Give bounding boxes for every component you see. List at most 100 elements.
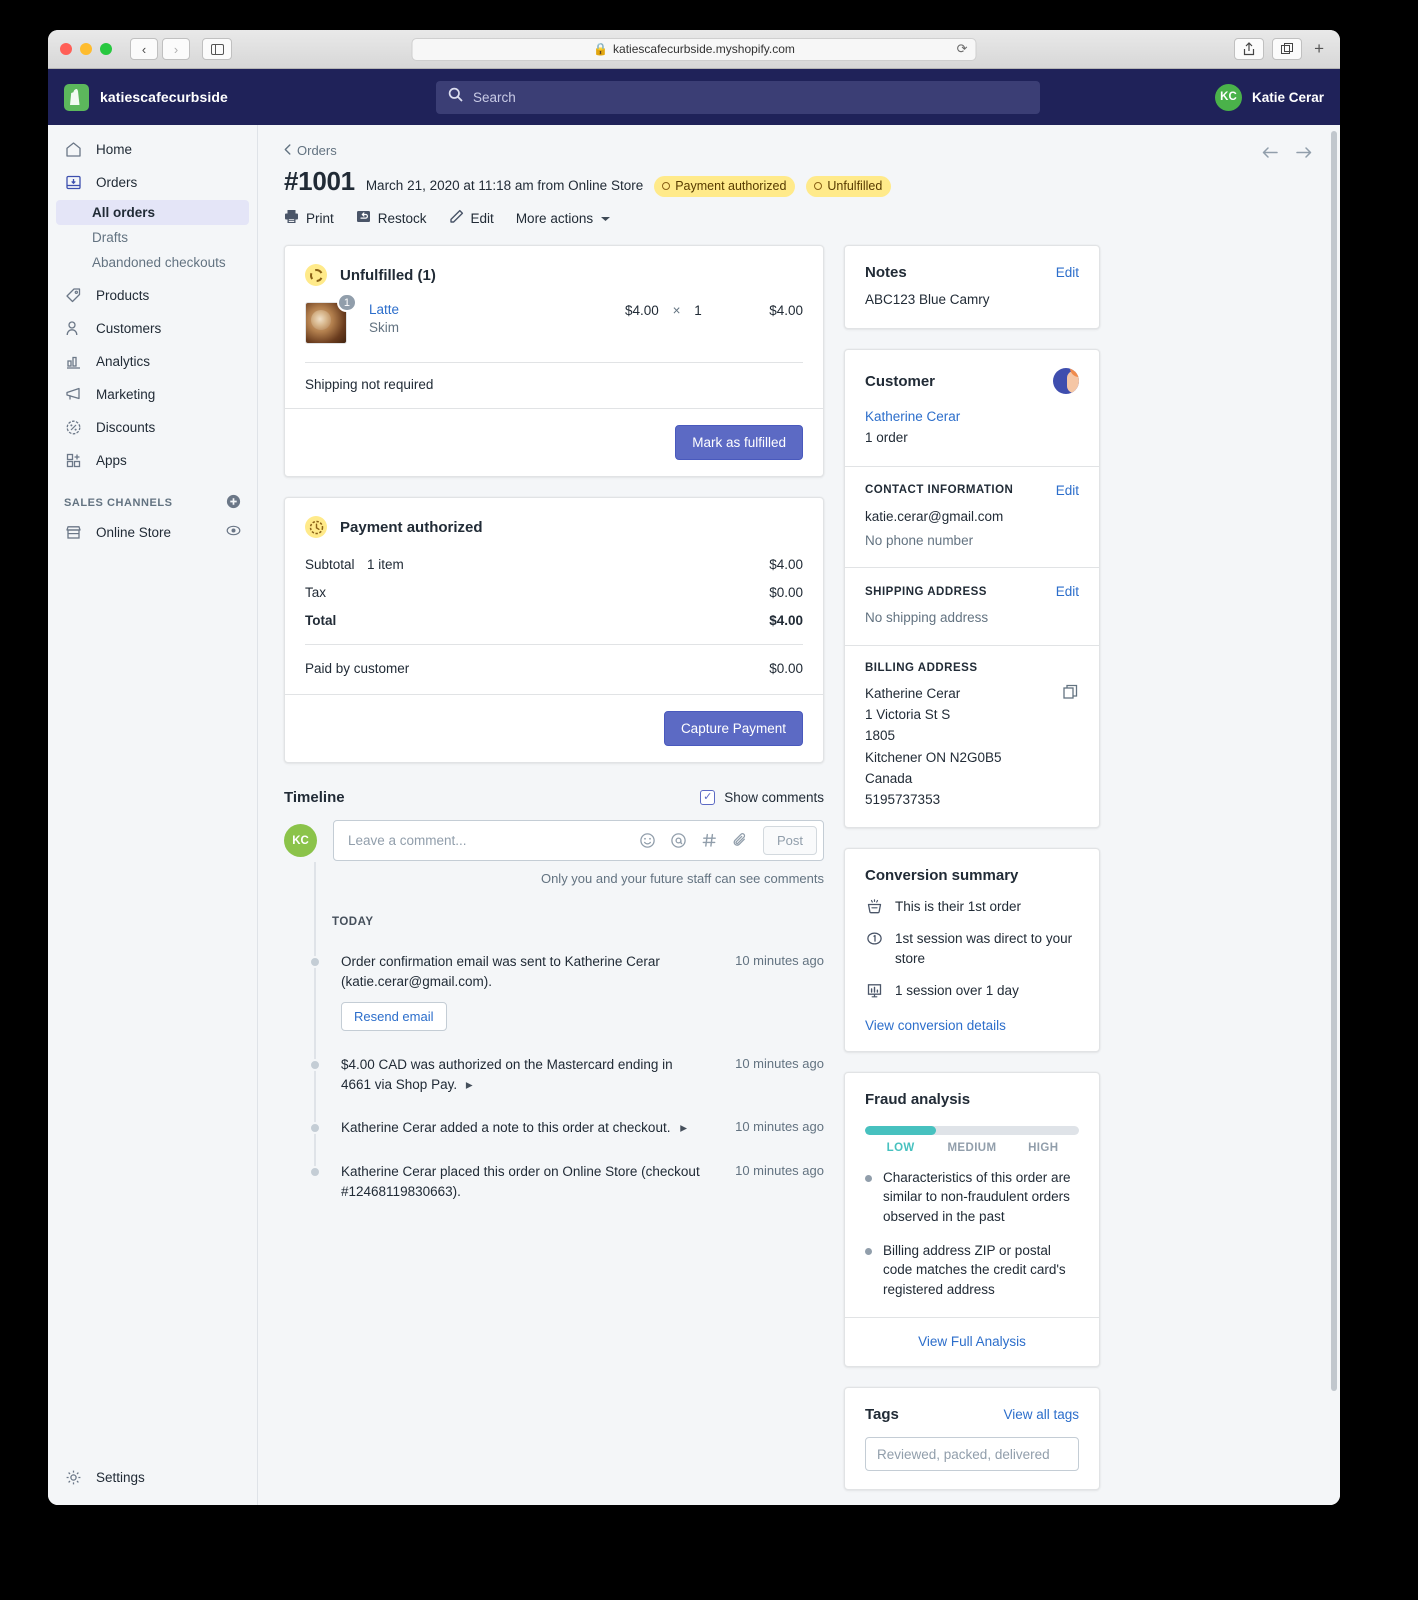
sidebar-item-customers[interactable]: Customers [56,314,249,342]
eye-icon[interactable] [226,523,241,541]
restock-button[interactable]: Restock [356,209,427,227]
search-placeholder: Search [473,89,516,105]
sidebar-item-settings[interactable]: Settings [48,1468,257,1487]
close-window-button[interactable] [60,43,72,55]
status-badge-fulfillment: Unfulfilled [806,175,892,198]
view-conversion-details-link[interactable]: View conversion details [865,1018,1079,1033]
shipping-address-section: SHIPPING ADDRESS Edit No shipping addres… [845,567,1099,644]
tags-input[interactable] [865,1437,1079,1472]
sidebar-item-drafts[interactable]: Drafts [56,225,249,250]
minimize-window-button[interactable] [80,43,92,55]
customer-name-link[interactable]: Katherine Cerar [865,407,1079,427]
sidebar-item-marketing[interactable]: Marketing [56,380,249,408]
timeline-event: Katherine Cerar added a note to this ord… [284,1118,824,1138]
content-scrollbar[interactable] [1331,131,1337,1391]
shipping-label: SHIPPING ADDRESS [865,585,987,598]
sidebar-item-home[interactable]: Home [56,135,249,163]
sidebar-item-label: Apps [96,452,127,468]
comment-composer: KC Leave a comment... Post [284,820,824,862]
comment-privacy-note: Only you and your future staff can see c… [540,871,824,887]
order-meta: March 21, 2020 at 11:18 am from Online S… [365,178,644,193]
mention-icon[interactable] [665,827,693,855]
summary-amount: $4.00 [769,613,803,629]
caret-right-icon[interactable]: ▸ [461,1077,473,1092]
billing-label: BILLING ADDRESS [865,661,978,674]
product-thumbnail[interactable]: 1 [305,293,357,345]
gear-icon [64,1468,83,1487]
breadcrumb[interactable]: Orders [284,143,1314,158]
address-bar[interactable]: 🔒 katiescafecurbside.myshopify.com ⟳ [411,37,977,61]
timeline-section: Timeline ✓ Show comments KC Leave a comm… [284,783,824,1201]
bullet-icon [865,1174,872,1182]
store-brand[interactable]: katiescafecurbside [64,83,264,111]
fulfillment-status-header: Unfulfilled (1) [305,264,803,287]
product-link[interactable]: Latte [369,302,625,317]
arrow-left-icon[interactable] [1260,145,1279,165]
line-quantity: 1 [694,303,702,319]
copy-icon[interactable] [1063,684,1079,705]
sidebar-item-orders[interactable]: Orders [56,168,249,196]
order-actions: Print Restock Edit More actions [284,209,1314,227]
plus-circle-icon[interactable] [226,494,241,512]
view-all-tags-link[interactable]: View all tags [1003,1407,1079,1422]
timeline-dot-icon [309,1165,321,1178]
summary-row-tax: Tax $0.00 [305,585,803,600]
sidebar-item-products[interactable]: Products [56,281,249,309]
tags-header: Tags View all tags [865,1406,1079,1423]
sidebar-item-online-store[interactable]: Online Store [56,518,249,546]
emoji-icon[interactable] [634,827,662,855]
sidebar-item-all-orders[interactable]: All orders [56,200,249,225]
fraud-bullet-text: Billing address ZIP or postal code match… [883,1242,1066,1297]
share-icon[interactable] [1234,38,1265,60]
caret-right-icon[interactable]: ▸ [674,1120,687,1135]
edit-contact-link[interactable]: Edit [1056,483,1079,498]
sidebar-item-label: Analytics [96,353,151,369]
session-chart-icon [865,981,884,1000]
search-input[interactable]: Search [436,80,1040,114]
maximize-window-button[interactable] [100,43,112,55]
sidebar-item-label: Online Store [96,524,172,540]
view-full-analysis-link[interactable]: View Full Analysis [918,1334,1026,1349]
more-actions-button[interactable]: More actions [516,211,611,226]
sidebar-item-apps[interactable]: Apps [56,446,249,474]
fraud-label-medium: MEDIUM [947,1141,997,1154]
timeline-header: Timeline ✓ Show comments [284,783,824,820]
forward-button[interactable]: › [162,38,190,60]
hashtag-icon[interactable] [696,827,724,855]
post-comment-button[interactable]: Post [762,826,817,856]
tab-overview-icon[interactable] [1272,38,1303,60]
store-name: katiescafecurbside [100,89,228,105]
chevron-down-icon [600,211,611,226]
browser-nav-buttons: ‹ › [130,38,190,60]
print-button[interactable]: Print [284,209,334,227]
tags-card: Tags View all tags [844,1387,1100,1491]
user-menu[interactable]: KC Katie Cerar [1214,83,1324,111]
shipping-note: Shipping not required [305,377,434,393]
customer-email-link[interactable]: katie.cerar@gmail.com [865,507,1079,527]
sidebar-item-analytics[interactable]: Analytics [56,347,249,375]
sidebar-item-abandoned-checkouts[interactable]: Abandoned checkouts [56,250,249,275]
comment-input[interactable]: Leave a comment... Post [333,820,824,862]
sidebar-item-discounts[interactable]: Discounts [56,413,249,441]
capture-payment-button[interactable]: Capture Payment [663,711,803,747]
orders-inbox-icon [64,173,83,192]
attachment-icon[interactable] [727,827,755,855]
printer-icon [284,209,299,227]
storefront-icon [64,523,83,542]
conversion-text: This is their 1st order [895,898,1022,914]
show-comments-toggle[interactable]: ✓ Show comments [700,790,824,806]
arrow-right-icon[interactable] [1295,145,1314,165]
edit-shipping-link[interactable]: Edit [1056,584,1079,599]
chevron-left-icon [284,143,291,158]
notes-header: Notes Edit [865,264,1079,281]
action-label: Restock [377,210,427,226]
sidebar-toggle-button[interactable] [202,38,232,60]
new-tab-button[interactable]: + [1310,39,1328,59]
mark-as-fulfilled-button[interactable]: Mark as fulfilled [675,425,803,461]
back-button[interactable]: ‹ [130,38,158,60]
resend-email-button[interactable]: Resend email [341,1002,447,1032]
edit-notes-link[interactable]: Edit [1056,265,1079,280]
comment-placeholder: Leave a comment... [348,833,467,849]
edit-button[interactable]: Edit [449,209,494,227]
reload-icon[interactable]: ⟳ [957,41,968,57]
